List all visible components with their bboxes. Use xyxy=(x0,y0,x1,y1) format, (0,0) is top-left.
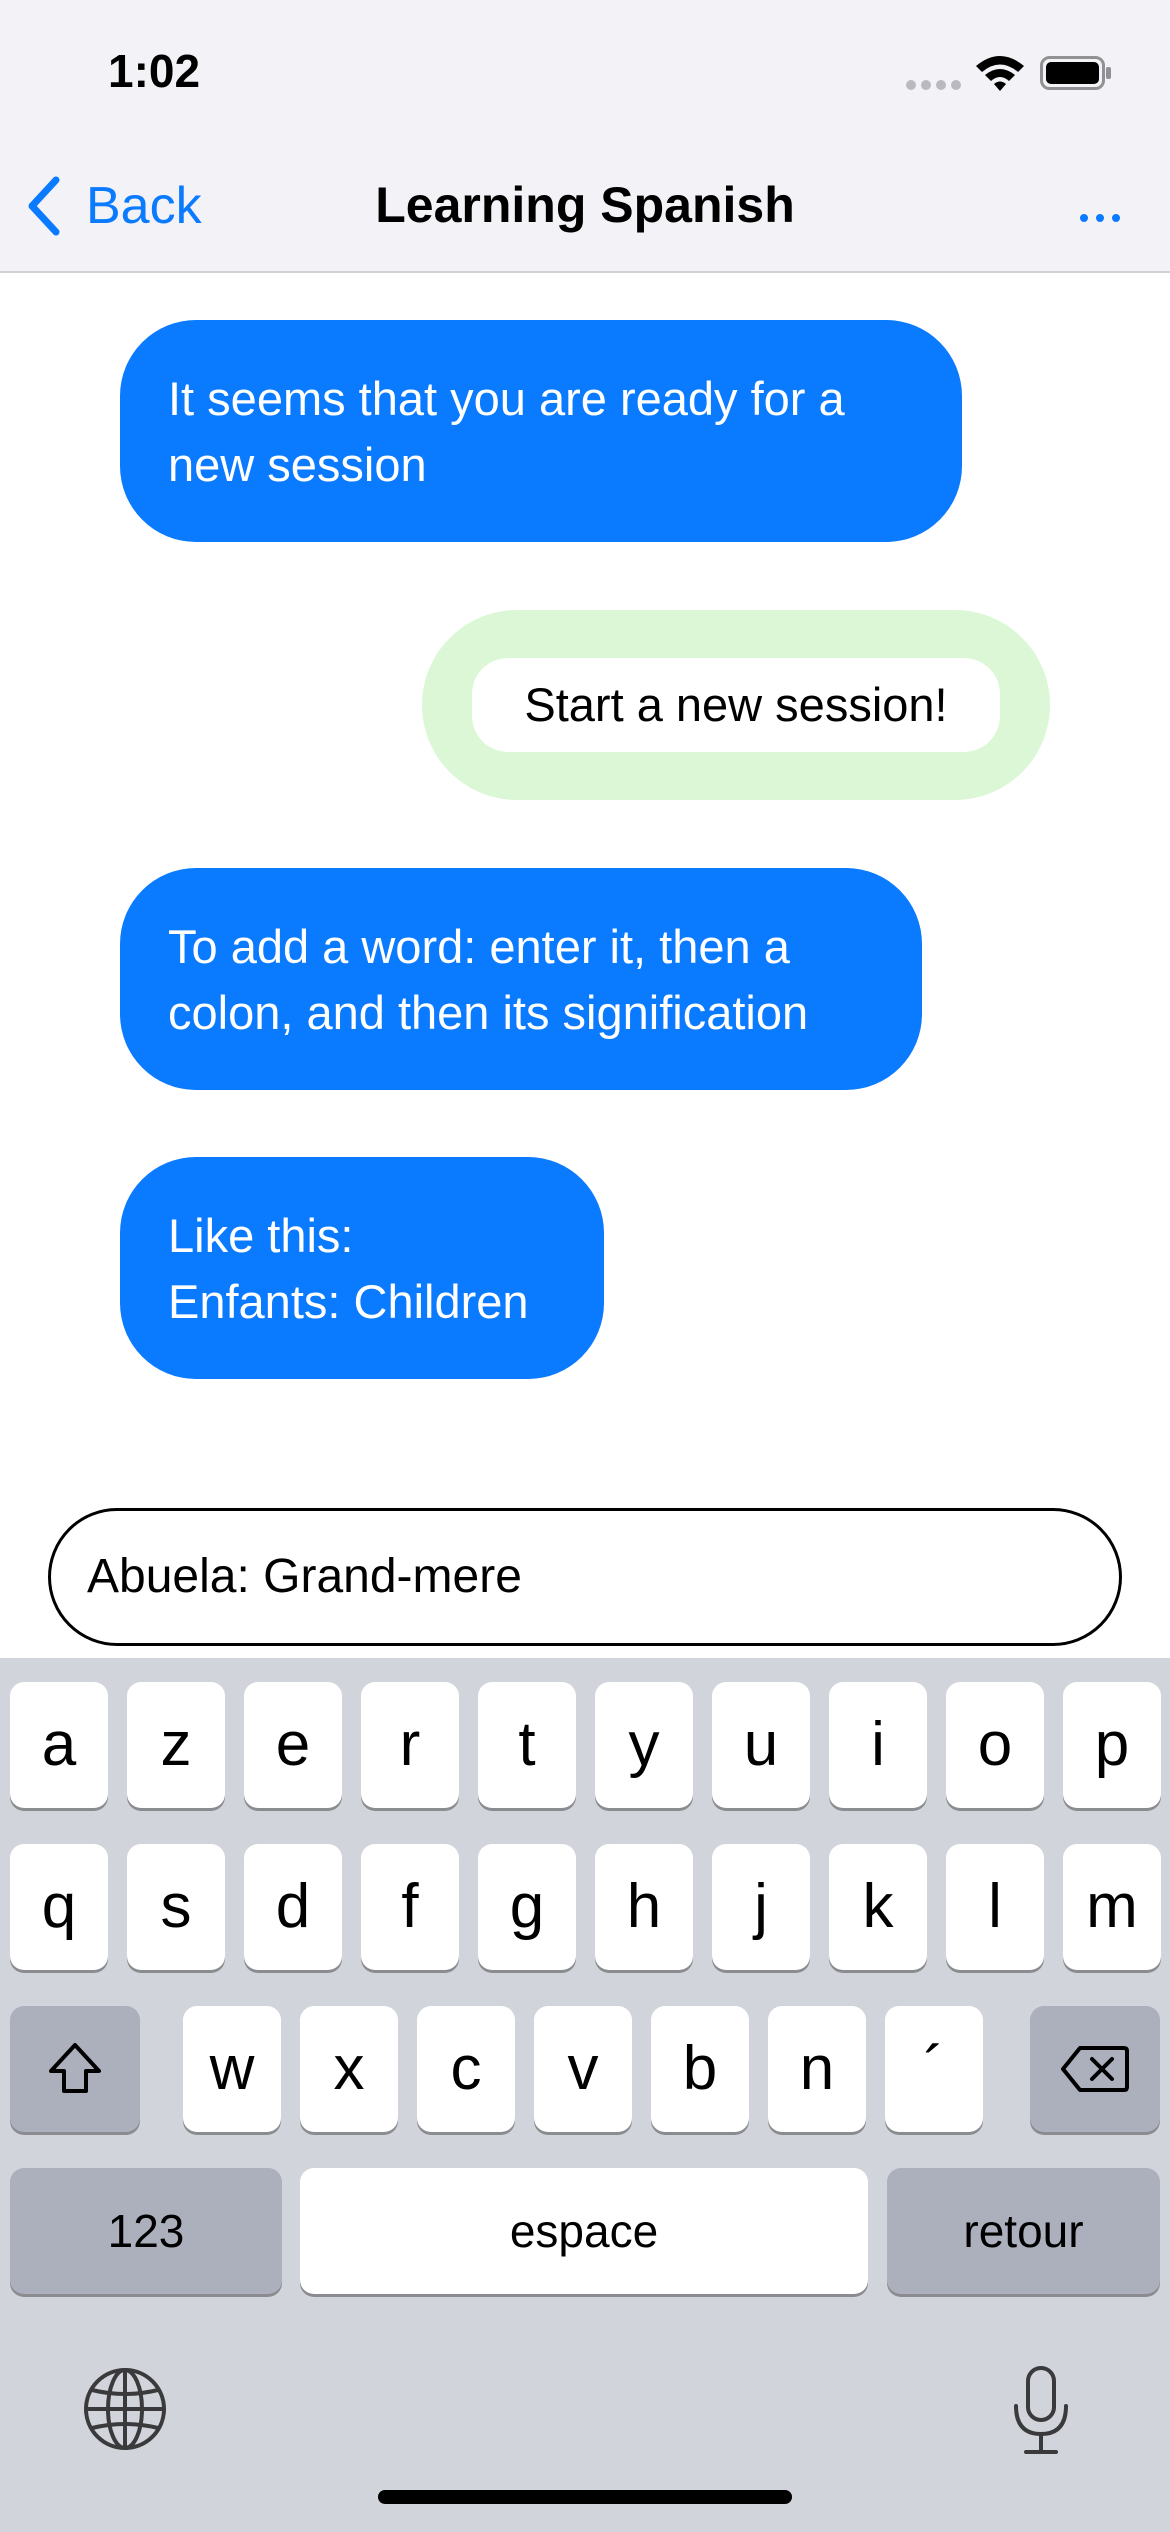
key[interactable]: h xyxy=(595,1844,693,1970)
bot-message: To add a word: enter it, then a colon, a… xyxy=(120,868,922,1090)
key[interactable]: j xyxy=(712,1844,810,1970)
delete-key[interactable] xyxy=(1030,2006,1160,2132)
key[interactable]: z xyxy=(127,1682,225,1808)
home-indicator xyxy=(378,2490,792,2504)
key[interactable]: r xyxy=(361,1682,459,1808)
space-key[interactable]: espace xyxy=(300,2168,868,2294)
microphone-icon[interactable] xyxy=(1010,2364,1072,2458)
key[interactable]: t xyxy=(478,1682,576,1808)
user-message: Start a new session! xyxy=(422,610,1050,800)
numbers-key[interactable]: 123 xyxy=(10,2168,282,2294)
key[interactable]: v xyxy=(534,2006,632,2132)
key[interactable]: c xyxy=(417,2006,515,2132)
key[interactable]: y xyxy=(595,1682,693,1808)
key[interactable]: i xyxy=(829,1682,927,1808)
globe-icon[interactable] xyxy=(82,2366,168,2452)
key[interactable]: p xyxy=(1063,1682,1161,1808)
message-text: To add a word: enter it, then a colon, a… xyxy=(168,920,809,1039)
key[interactable]: g xyxy=(478,1844,576,1970)
bot-message: It seems that you are ready for a new se… xyxy=(120,320,962,542)
message-input[interactable]: Abuela: Grand-mere xyxy=(48,1508,1122,1646)
wifi-icon xyxy=(976,56,1024,91)
key[interactable]: b xyxy=(651,2006,749,2132)
key[interactable]: a xyxy=(10,1682,108,1808)
page-title: Learning Spanish xyxy=(375,177,795,233)
key[interactable]: d xyxy=(244,1844,342,1970)
message-text: Start a new session! xyxy=(472,658,1000,752)
message-text: Like this: Enfants: Children xyxy=(168,1209,529,1328)
key[interactable]: q xyxy=(10,1844,108,1970)
key[interactable]: l xyxy=(946,1844,1044,1970)
key[interactable]: s xyxy=(127,1844,225,1970)
cellular-signal-icon xyxy=(906,80,962,92)
return-key[interactable]: retour xyxy=(887,2168,1160,2294)
delete-icon xyxy=(1061,2046,1129,2092)
key[interactable]: x xyxy=(300,2006,398,2132)
key[interactable]: e xyxy=(244,1682,342,1808)
navigation-header: 1:02 Back Learning Spanish xyxy=(0,0,1170,273)
bot-message: Like this: Enfants: Children xyxy=(120,1157,604,1379)
key[interactable]: m xyxy=(1063,1844,1161,1970)
message-text: It seems that you are ready for a new se… xyxy=(168,372,845,491)
key[interactable]: f xyxy=(361,1844,459,1970)
battery-icon xyxy=(1040,56,1111,90)
key[interactable]: o xyxy=(946,1682,1044,1808)
shift-key[interactable] xyxy=(10,2006,140,2132)
shift-icon xyxy=(49,2043,101,2093)
key[interactable]: k xyxy=(829,1844,927,1970)
keyboard: a z e r t y u i o p q s d f g h j k l m … xyxy=(0,1658,1170,2532)
key[interactable]: ´ xyxy=(885,2006,983,2132)
key[interactable]: u xyxy=(712,1682,810,1808)
more-options-button[interactable] xyxy=(1080,214,1120,226)
key[interactable]: w xyxy=(183,2006,281,2132)
key[interactable]: n xyxy=(768,2006,866,2132)
status-time: 1:02 xyxy=(108,45,201,97)
